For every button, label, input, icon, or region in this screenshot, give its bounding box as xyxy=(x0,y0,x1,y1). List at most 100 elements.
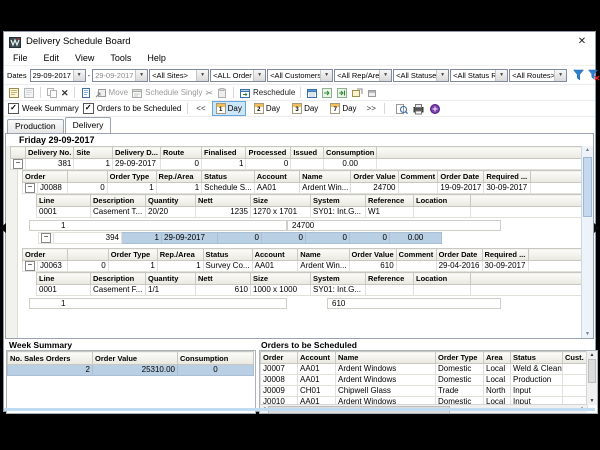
tab-production[interactable]: Production xyxy=(7,119,64,133)
column-header[interactable]: Name xyxy=(336,352,436,364)
column-header[interactable]: Delivery No. xyxy=(26,147,74,159)
column-header[interactable]: Processed xyxy=(246,147,291,159)
column-header[interactable]: Order Value xyxy=(349,249,396,261)
order-row-J0009[interactable]: J0009CH01Chipwell GlassTradeNorthInput xyxy=(261,386,588,397)
column-header[interactable]: Size xyxy=(251,273,311,285)
order-row-J0007[interactable]: J0007AA01Ardent WindowsDomesticLocalWeld… xyxy=(261,364,588,375)
scrollbar-thumb[interactable] xyxy=(583,157,592,217)
line-row[interactable]: 0001 Casement T... 20/20 1235 1270 x 170… xyxy=(37,207,584,218)
column-header[interactable]: Rep./Area xyxy=(157,249,203,261)
delivery-row-394[interactable]: − 394 1 29-09-2017 0 0 0 0 0.00 xyxy=(39,233,442,244)
routes-select[interactable]: <All Routes>▼ xyxy=(509,69,567,82)
column-header[interactable]: Description xyxy=(91,273,146,285)
week-summary-row[interactable]: 2 25310.00 0 xyxy=(8,365,254,376)
line-row[interactable]: 0001 Casement F... 1/1 610 1000 x 1000 S… xyxy=(37,285,584,296)
column-header[interactable]: Account xyxy=(254,171,299,183)
day-group-header[interactable]: Friday 29-09-2017 xyxy=(6,134,593,146)
column-header[interactable]: Name xyxy=(300,171,351,183)
column-header[interactable]: Comment xyxy=(398,171,438,183)
title-bar[interactable]: Delivery Schedule Board ✕ xyxy=(4,32,595,51)
go-forward-icon[interactable] xyxy=(321,87,333,99)
orders-to-be-scheduled-checkbox[interactable]: ✓ Orders to be Scheduled xyxy=(83,103,182,114)
order-row-J0063[interactable]: − J0063 0 1 1 Survey Co... AA01 Ardent W… xyxy=(23,261,593,272)
column-header[interactable]: Quantity xyxy=(146,195,196,207)
column-header[interactable]: Account xyxy=(252,249,298,261)
scroll-up-icon[interactable]: ▲ xyxy=(582,147,593,153)
column-header[interactable]: Finalised xyxy=(201,147,246,159)
column-header[interactable] xyxy=(11,147,26,159)
tab-delivery[interactable]: Delivery xyxy=(65,117,112,133)
column-header[interactable]: System xyxy=(311,195,366,207)
menu-tools[interactable]: Tools xyxy=(110,53,131,63)
column-header[interactable]: Area xyxy=(484,352,511,364)
column-header[interactable] xyxy=(68,171,108,183)
board-vertical-scrollbar[interactable]: ▲ ▼ xyxy=(581,146,593,338)
column-header[interactable] xyxy=(68,249,108,261)
column-header[interactable]: Reference xyxy=(366,195,414,207)
notepad-open-icon[interactable] xyxy=(23,87,35,99)
menu-view[interactable]: View xyxy=(75,53,94,63)
column-header[interactable]: Nett xyxy=(196,195,251,207)
column-header[interactable]: No. Sales Orders xyxy=(8,352,93,365)
column-header[interactable]: Line xyxy=(37,273,91,285)
column-header[interactable]: Location xyxy=(414,273,471,285)
orders-vertical-scrollbar[interactable]: ▲ ▼ xyxy=(586,351,597,405)
calendar-icon[interactable] xyxy=(306,87,318,99)
print-icon[interactable] xyxy=(412,103,425,115)
week-summary-checkbox[interactable]: ✓ Week Summary xyxy=(8,103,79,114)
column-header[interactable]: Comment xyxy=(396,249,436,261)
column-header[interactable]: Required ... xyxy=(484,171,531,183)
column-header[interactable]: Location xyxy=(414,195,471,207)
copy-icon[interactable] xyxy=(46,87,58,99)
delete-icon[interactable]: ✕ xyxy=(61,87,69,99)
clear-filter-icon[interactable] xyxy=(588,69,600,81)
column-header[interactable]: Order Value xyxy=(351,171,398,183)
menu-edit[interactable]: Edit xyxy=(44,53,60,63)
scrollbar-thumb[interactable] xyxy=(588,359,596,383)
column-header[interactable]: Order Date xyxy=(436,249,482,261)
column-header[interactable]: Status xyxy=(203,249,252,261)
report-form-icon[interactable] xyxy=(80,87,92,99)
order-row-J0088[interactable]: − J0088 0 1 1 Schedule S... AA01 Ardent … xyxy=(23,183,593,194)
column-header[interactable]: Order Type xyxy=(107,171,156,183)
column-header[interactable]: System xyxy=(311,273,366,285)
menu-help[interactable]: Help xyxy=(147,53,166,63)
column-header[interactable]: Account xyxy=(298,352,336,364)
scroll-down-icon[interactable]: ▼ xyxy=(582,331,593,337)
cut-icon[interactable]: ✂ xyxy=(205,87,213,99)
export-icon[interactable] xyxy=(351,87,363,99)
order-type-select[interactable]: <ALL Order Typ▼ xyxy=(210,69,266,82)
delivery-row-381[interactable]: − 381 1 29-09-2017 0 1 0 0.00 xyxy=(11,159,593,170)
column-header[interactable]: Required ... xyxy=(482,249,529,261)
column-header[interactable]: Consumption xyxy=(324,147,377,159)
column-header[interactable]: Order Value xyxy=(93,352,178,365)
column-header[interactable]: Order xyxy=(23,249,68,261)
close-icon[interactable]: ✕ xyxy=(574,36,590,47)
column-header[interactable]: Order xyxy=(23,171,68,183)
sites-select[interactable]: <All Sites>▼ xyxy=(149,69,209,82)
scroll-down-icon[interactable]: ▼ xyxy=(587,398,597,404)
next-period-button[interactable]: >> xyxy=(367,104,376,113)
collapse-icon[interactable]: − xyxy=(25,261,35,271)
column-header[interactable]: Status xyxy=(202,171,255,183)
column-header[interactable]: Status xyxy=(511,352,563,364)
column-header[interactable]: Rep./Area xyxy=(156,171,202,183)
column-header[interactable]: Issued xyxy=(291,147,324,159)
reschedule-button[interactable]: Reschedule xyxy=(239,87,295,99)
column-header[interactable]: Consumption xyxy=(178,352,254,365)
column-header[interactable]: Size xyxy=(251,195,311,207)
notepad-icon[interactable] xyxy=(8,87,20,99)
statuses-select[interactable]: <All Statuses>▼ xyxy=(393,69,449,82)
day-view-1-button[interactable]: 1 Day xyxy=(212,101,246,116)
column-header[interactable]: Cust. Re... xyxy=(563,352,588,364)
date-from-select[interactable]: 29-09-2017▼ xyxy=(30,69,86,82)
options-icon[interactable] xyxy=(429,103,441,115)
paste-icon[interactable] xyxy=(216,87,228,99)
scroll-up-icon[interactable]: ▲ xyxy=(587,352,597,358)
column-header[interactable]: Description xyxy=(91,195,146,207)
column-header[interactable]: Delivery D... xyxy=(113,147,161,159)
scroll-left-marker-icon[interactable] xyxy=(0,223,6,233)
column-header[interactable]: Site xyxy=(74,147,113,159)
day-view-3-button[interactable]: 3 Day xyxy=(288,101,322,116)
column-header[interactable]: Reference xyxy=(366,273,414,285)
